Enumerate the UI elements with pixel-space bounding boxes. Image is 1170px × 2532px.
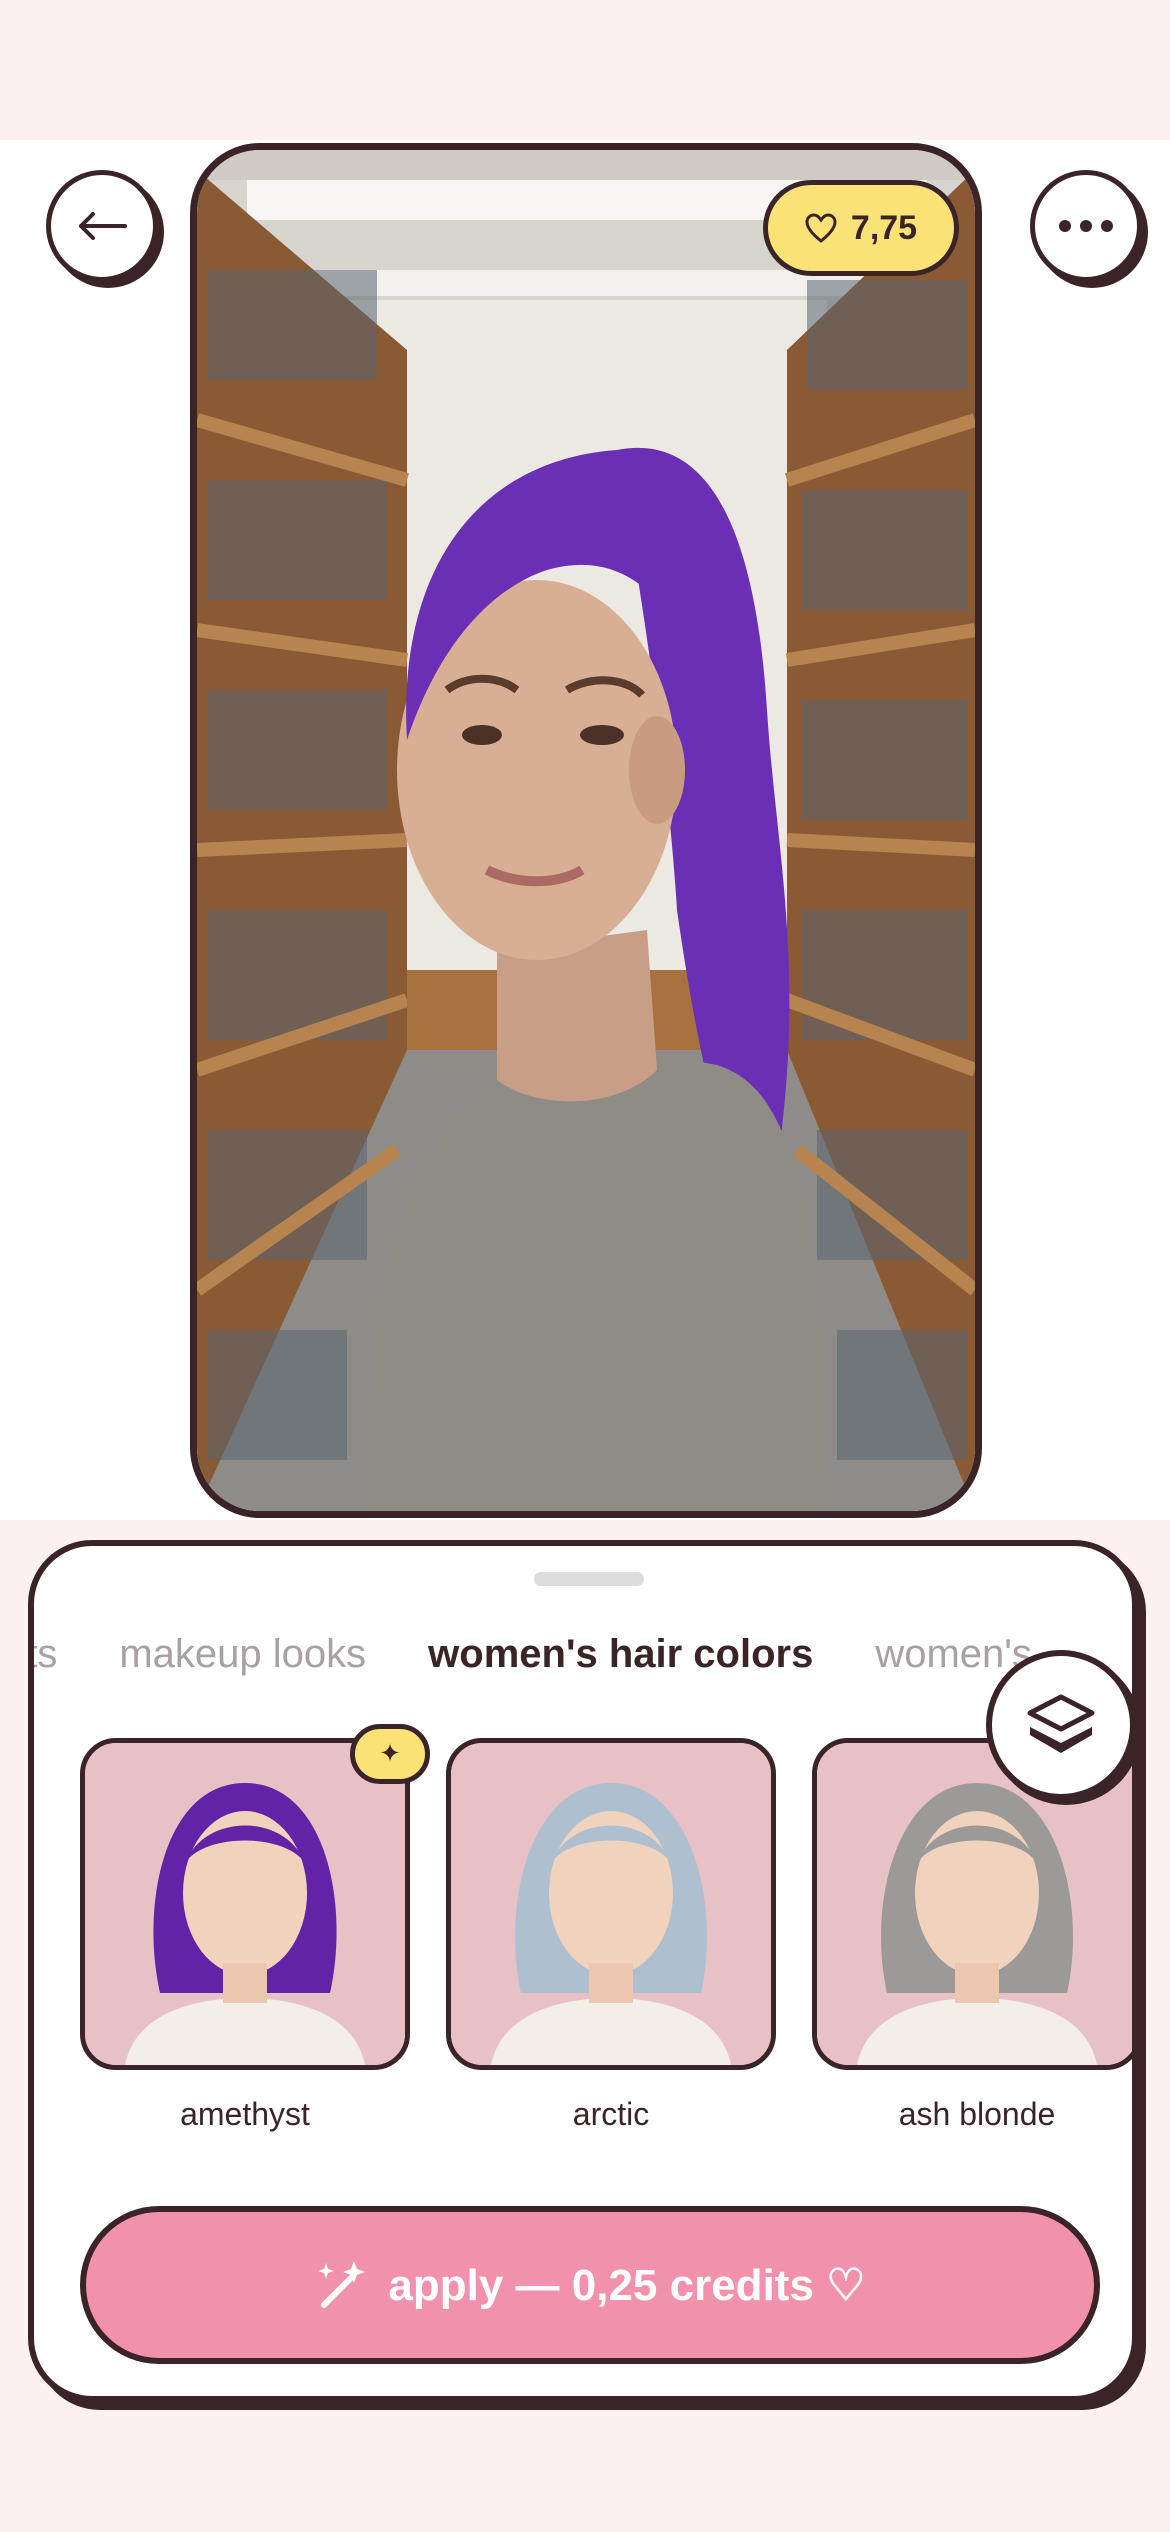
premium-badge: ✦ — [350, 1724, 430, 1784]
tab-makeup-looks[interactable]: makeup looks — [119, 1632, 366, 1677]
more-options-button[interactable] — [1030, 170, 1142, 282]
more-dots-icon — [1059, 220, 1113, 232]
layers-icon — [1027, 1694, 1095, 1753]
style-preview-image — [451, 1743, 771, 2065]
style-label-amethyst: amethyst — [180, 2096, 310, 2132]
heart-outline-icon — [805, 213, 837, 243]
sheet-grabber[interactable] — [534, 1572, 644, 1586]
category-tabs: uts makeup looks women's hair colors wom… — [34, 1632, 1032, 1677]
preview-photo — [197, 150, 975, 1511]
sparkle-icon: ✦ — [379, 1739, 401, 1769]
tab-womens-hair-colors[interactable]: women's hair colors — [428, 1632, 813, 1677]
style-picker-sheet: uts makeup looks women's hair colors wom… — [28, 1540, 1138, 2402]
magic-wand-icon — [318, 2261, 366, 2308]
style-label-ash-blonde: ash blonde — [898, 2096, 1056, 2132]
credits-balance-badge[interactable]: 7,75 — [763, 180, 959, 276]
style-preview-image — [85, 1743, 405, 2065]
apply-button[interactable]: apply — 0,25 credits ♡ — [80, 2206, 1100, 2364]
back-button[interactable] — [46, 170, 158, 282]
style-label-arctic: arctic — [572, 2096, 650, 2132]
layers-button[interactable] — [986, 1650, 1132, 1800]
style-thumb-amethyst[interactable] — [80, 1738, 410, 2070]
arrow-left-icon — [79, 212, 127, 240]
tab-haircuts[interactable]: uts — [34, 1632, 57, 1677]
credits-value: 7,75 — [850, 208, 918, 247]
apply-button-label: apply — 0,25 credits ♡ — [388, 2260, 866, 2310]
photo-preview — [190, 143, 982, 1518]
style-thumb-arctic[interactable] — [446, 1738, 776, 2070]
